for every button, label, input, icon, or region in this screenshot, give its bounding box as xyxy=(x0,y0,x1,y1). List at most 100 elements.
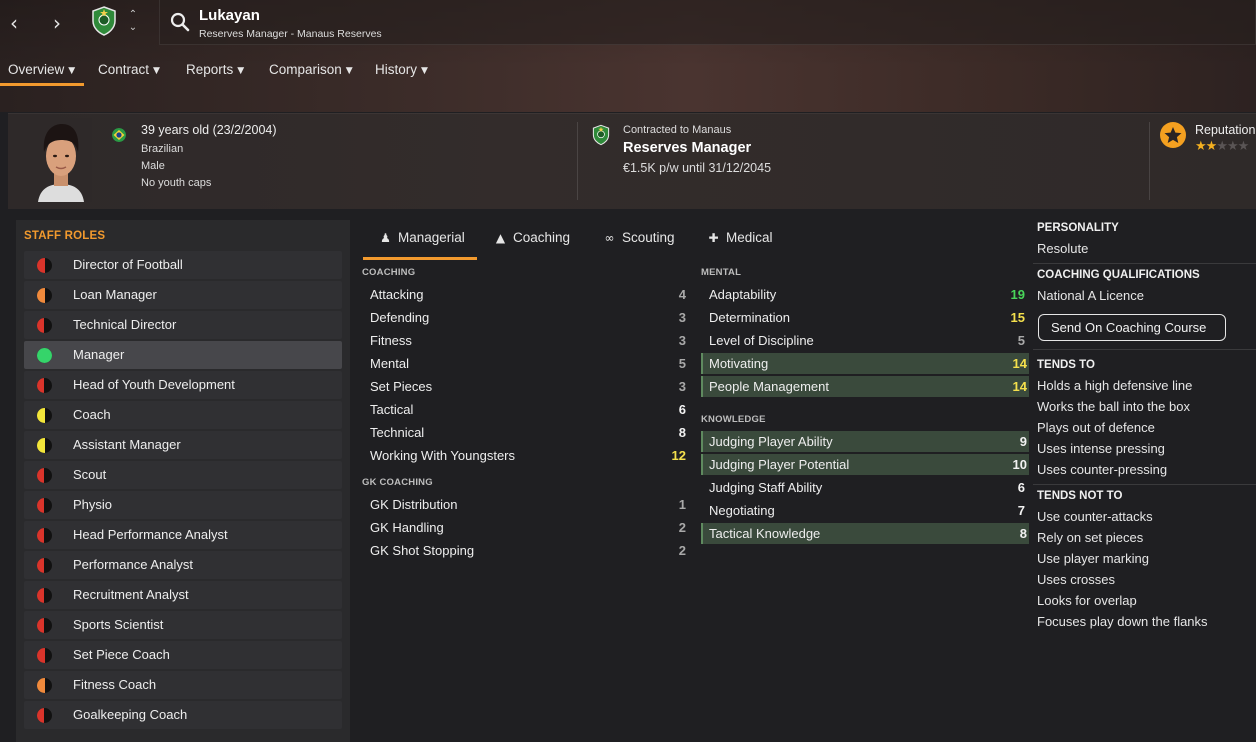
attribute-row[interactable]: Level of Discipline 5 xyxy=(701,330,1029,351)
role-row[interactable]: Fitness Coach xyxy=(24,671,342,699)
attribute-row[interactable]: Determination 15 xyxy=(701,307,1029,328)
attribute-value: 8 xyxy=(678,425,686,440)
back-arrow-icon[interactable]: ‹ xyxy=(3,12,25,34)
tab-contract[interactable]: Contract ▼ xyxy=(90,58,168,86)
tendency-item: Works the ball into the box xyxy=(1037,399,1190,414)
attribute-row[interactable]: Judging Staff Ability 6 xyxy=(701,477,1029,498)
role-row[interactable]: Goalkeeping Coach xyxy=(24,701,342,729)
role-label: Assistant Manager xyxy=(73,437,181,452)
role-label: Sports Scientist xyxy=(73,617,164,632)
attribute-row[interactable]: Fitness 3 xyxy=(362,330,692,351)
binoculars-icon: ∞ xyxy=(604,231,615,245)
search-icon[interactable] xyxy=(170,12,190,32)
tab-overview[interactable]: Overview ▼ xyxy=(0,58,84,86)
club-crest-icon[interactable] xyxy=(592,122,610,148)
send-on-course-button[interactable]: Send On Coaching Course xyxy=(1038,314,1226,341)
tab-history[interactable]: History ▼ xyxy=(367,58,436,86)
role-row[interactable]: Technical Director xyxy=(24,311,342,339)
attribute-row[interactable]: Motivating 14 xyxy=(701,353,1029,374)
role-label: Performance Analyst xyxy=(73,557,193,572)
role-row[interactable]: Physio xyxy=(24,491,342,519)
attribute-row[interactable]: Set Pieces 3 xyxy=(362,376,692,397)
role-suitability-icon xyxy=(37,348,52,363)
tab-coaching[interactable]: ▲ Coaching xyxy=(493,230,570,245)
attribute-value: 12 xyxy=(671,448,686,463)
role-row[interactable]: Head of Youth Development xyxy=(24,371,342,399)
attribute-row[interactable]: Tactical Knowledge 8 xyxy=(701,523,1029,544)
attribute-value: 5 xyxy=(1017,333,1025,348)
role-label: Coach xyxy=(73,407,111,422)
attribute-row[interactable]: People Management 14 xyxy=(701,376,1029,397)
role-suitability-icon xyxy=(37,618,52,633)
role-row[interactable]: Head Performance Analyst xyxy=(24,521,342,549)
divider xyxy=(1149,122,1150,200)
attribute-value: 8 xyxy=(1019,526,1027,541)
section-gk-coaching: GK COACHING xyxy=(362,477,433,488)
attribute-value: 15 xyxy=(1010,310,1025,325)
chevron-down-icon: ▼ xyxy=(237,66,245,76)
attribute-label: Determination xyxy=(709,310,790,325)
role-row[interactable]: Recruitment Analyst xyxy=(24,581,342,609)
switch-person-arrows[interactable]: ⌃ ⌄ xyxy=(126,8,140,36)
tab-medical[interactable]: ✚ Medical xyxy=(706,230,772,245)
attribute-label: Technical xyxy=(370,425,425,440)
tendency-item: Plays out of defence xyxy=(1037,420,1155,435)
avatar[interactable] xyxy=(30,118,92,202)
contracted-to[interactable]: Contracted to Manaus xyxy=(623,124,731,136)
attribute-row[interactable]: Judging Player Ability 9 xyxy=(701,431,1029,452)
attribute-row[interactable]: Tactical 6 xyxy=(362,399,692,420)
attribute-value: 6 xyxy=(678,402,686,417)
reputation-stars: ★★★★★ xyxy=(1195,139,1249,154)
role-suitability-icon xyxy=(37,438,52,453)
attribute-row[interactable]: GK Distribution 1 xyxy=(362,494,692,515)
role-row[interactable]: Set Piece Coach xyxy=(24,641,342,669)
role-row[interactable]: Manager xyxy=(24,341,342,369)
tab-comparison[interactable]: Comparison ▼ xyxy=(261,58,361,86)
attribute-label: Adaptability xyxy=(709,287,777,302)
attribute-row[interactable]: Attacking 4 xyxy=(362,284,692,305)
role-row[interactable]: Scout xyxy=(24,461,342,489)
star-icon: ★ xyxy=(1216,139,1228,154)
role-row[interactable]: Director of Football xyxy=(24,251,342,279)
attribute-row[interactable]: Judging Player Potential 10 xyxy=(701,454,1029,475)
role-row[interactable]: Assistant Manager xyxy=(24,431,342,459)
role-label: Manager xyxy=(73,347,125,362)
attribute-label: Judging Player Potential xyxy=(709,457,850,472)
attribute-value: 3 xyxy=(678,379,686,394)
role-suitability-icon xyxy=(37,498,52,513)
attribute-label: Motivating xyxy=(709,356,769,371)
tendency-item: Uses counter-pressing xyxy=(1037,462,1168,477)
club-crest-icon[interactable] xyxy=(91,6,117,36)
brazil-flag-icon xyxy=(112,128,126,142)
role-row[interactable]: Loan Manager xyxy=(24,281,342,309)
role-label: Scout xyxy=(73,467,107,482)
attribute-value: 6 xyxy=(1017,480,1025,495)
role-suitability-icon xyxy=(37,648,52,663)
role-row[interactable]: Coach xyxy=(24,401,342,429)
forward-arrow-icon[interactable]: › xyxy=(46,12,68,34)
section-mental: MENTAL xyxy=(701,267,742,278)
attribute-value: 10 xyxy=(1012,457,1027,472)
tab-reports[interactable]: Reports ▼ xyxy=(178,58,252,86)
tab-managerial[interactable]: ♟ Managerial xyxy=(378,230,465,245)
contract-wage: €1.5K p/w until 31/12/2045 xyxy=(623,161,772,175)
role-label: Head Performance Analyst xyxy=(73,527,228,542)
tab-scouting[interactable]: ∞ Scouting xyxy=(602,230,675,245)
person-subtitle: Reserves Manager - Manaus Reserves xyxy=(199,28,382,40)
attribute-row[interactable]: GK Handling 2 xyxy=(362,517,692,538)
role-row[interactable]: Performance Analyst xyxy=(24,551,342,579)
attribute-row[interactable]: Technical 8 xyxy=(362,422,692,443)
star-icon: ★ xyxy=(1195,139,1207,154)
attribute-row[interactable]: Defending 3 xyxy=(362,307,692,328)
attribute-row[interactable]: Working With Youngsters 12 xyxy=(362,445,692,466)
attribute-row[interactable]: Mental 5 xyxy=(362,353,692,374)
attribute-value: 2 xyxy=(678,543,686,558)
attribute-row[interactable]: GK Shot Stopping 2 xyxy=(362,540,692,561)
attribute-row[interactable]: Adaptability 19 xyxy=(701,284,1029,305)
role-label: Physio xyxy=(73,497,113,512)
attribute-row[interactable]: Negotiating 7 xyxy=(701,500,1029,521)
role-row[interactable]: Sports Scientist xyxy=(24,611,342,639)
tendency-item: Looks for overlap xyxy=(1037,593,1137,608)
chevron-down-icon: ▼ xyxy=(68,66,76,76)
attribute-label: Tactical xyxy=(370,402,414,417)
